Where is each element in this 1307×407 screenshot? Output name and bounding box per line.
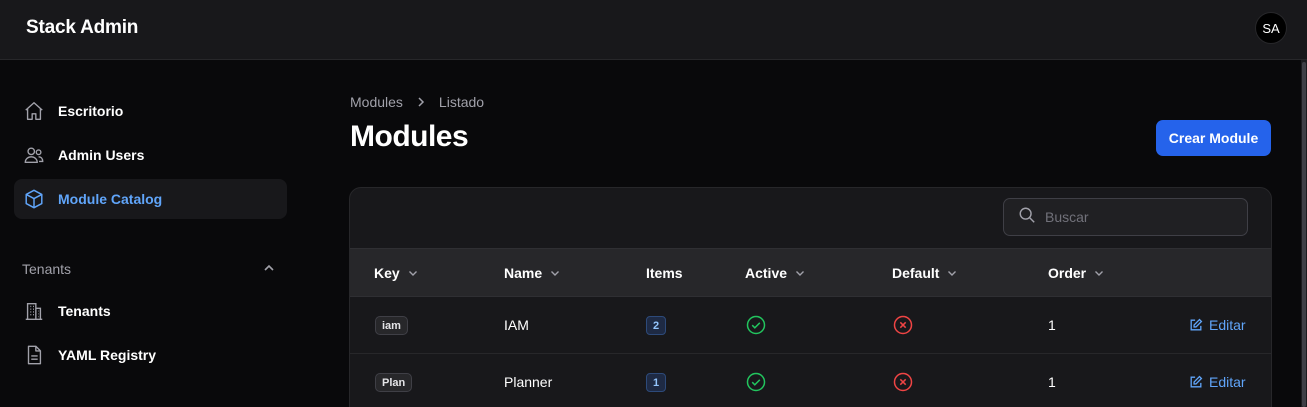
check-circle-icon <box>746 315 766 335</box>
x-circle-icon <box>893 372 913 392</box>
column-header-items: Items <box>646 265 683 281</box>
column-label: Default <box>892 265 940 281</box>
column-label: Active <box>745 265 788 281</box>
column-header-default[interactable]: Default <box>892 265 958 281</box>
search-icon <box>1018 206 1036 229</box>
sidebar-item-yaml-registry[interactable]: YAML Registry <box>14 335 287 375</box>
column-label: Key <box>374 265 400 281</box>
building-icon <box>22 299 46 323</box>
module-name: IAM <box>504 317 529 333</box>
document-icon <box>22 343 46 367</box>
key-badge: iam <box>375 316 408 335</box>
sidebar-item-label: Tenants <box>58 303 111 319</box>
users-icon <box>22 143 46 167</box>
column-header-name[interactable]: Name <box>504 265 561 281</box>
x-circle-icon <box>893 315 913 335</box>
sidebar-item-label: YAML Registry <box>58 347 157 363</box>
module-order: 1 <box>1048 374 1056 390</box>
chevron-up-icon[interactable] <box>261 260 277 276</box>
edit-icon <box>1190 375 1203 388</box>
breadcrumb-parent[interactable]: Modules <box>350 94 403 110</box>
edit-icon <box>1190 318 1203 331</box>
cube-icon <box>22 187 46 211</box>
chevron-right-icon <box>415 96 427 108</box>
chevron-down-icon <box>408 271 417 276</box>
scrollbar-thumb[interactable] <box>1302 62 1306 407</box>
edit-label: Editar <box>1209 317 1246 333</box>
chevron-down-icon <box>948 271 957 276</box>
sidebar-item-tenants[interactable]: Tenants <box>14 291 287 331</box>
table-row: Plan Planner 1 1 Editar <box>350 354 1271 407</box>
sidebar-item-label: Module Catalog <box>58 191 163 207</box>
sidebar: Escritorio Admin Users Module Catalog Te… <box>0 61 300 407</box>
module-order: 1 <box>1048 317 1056 333</box>
column-header-order[interactable]: Order <box>1048 265 1105 281</box>
column-label: Items <box>646 265 683 281</box>
items-count-badge: 1 <box>646 373 666 392</box>
chevron-down-icon <box>796 271 805 276</box>
chevron-down-icon <box>1095 271 1104 276</box>
column-label: Name <box>504 265 543 281</box>
key-badge: Plan <box>375 373 413 392</box>
edit-button[interactable]: Editar <box>1189 374 1246 390</box>
breadcrumb-current: Listado <box>438 94 485 110</box>
items-count-badge: 2 <box>646 316 666 335</box>
edit-button[interactable]: Editar <box>1189 317 1246 333</box>
sidebar-group-tenants[interactable]: Tenants <box>22 261 71 277</box>
table-row: iam IAM 2 1 Editar <box>350 297 1271 354</box>
table-header: Key Name Items Active Default Order <box>350 248 1271 297</box>
create-module-button[interactable]: Crear Module <box>1156 120 1271 156</box>
column-header-key[interactable]: Key <box>374 265 419 281</box>
home-icon <box>22 99 46 123</box>
search-input[interactable] <box>1045 209 1225 225</box>
page-title: Modules <box>350 120 469 153</box>
column-label: Order <box>1048 265 1087 281</box>
sidebar-item-label: Escritorio <box>58 103 124 119</box>
sidebar-item-module-catalog[interactable]: Module Catalog <box>14 179 287 219</box>
column-header-active[interactable]: Active <box>745 265 806 281</box>
user-avatar[interactable]: SA <box>1255 12 1287 44</box>
breadcrumb: Modules Listado <box>350 94 484 110</box>
sidebar-item-escritorio[interactable]: Escritorio <box>14 91 287 131</box>
sidebar-item-label: Admin Users <box>58 147 145 163</box>
check-circle-icon <box>746 372 766 392</box>
search-box[interactable] <box>1003 198 1248 236</box>
app-title[interactable]: Stack Admin <box>26 17 138 39</box>
sidebar-item-admin-users[interactable]: Admin Users <box>14 135 287 175</box>
top-bar: Stack Admin SA <box>0 0 1307 60</box>
chevron-down-icon <box>551 271 560 276</box>
modules-table-card: Key Name Items Active Default Order iam … <box>349 187 1272 407</box>
edit-label: Editar <box>1209 374 1246 390</box>
module-name: Planner <box>504 374 553 390</box>
